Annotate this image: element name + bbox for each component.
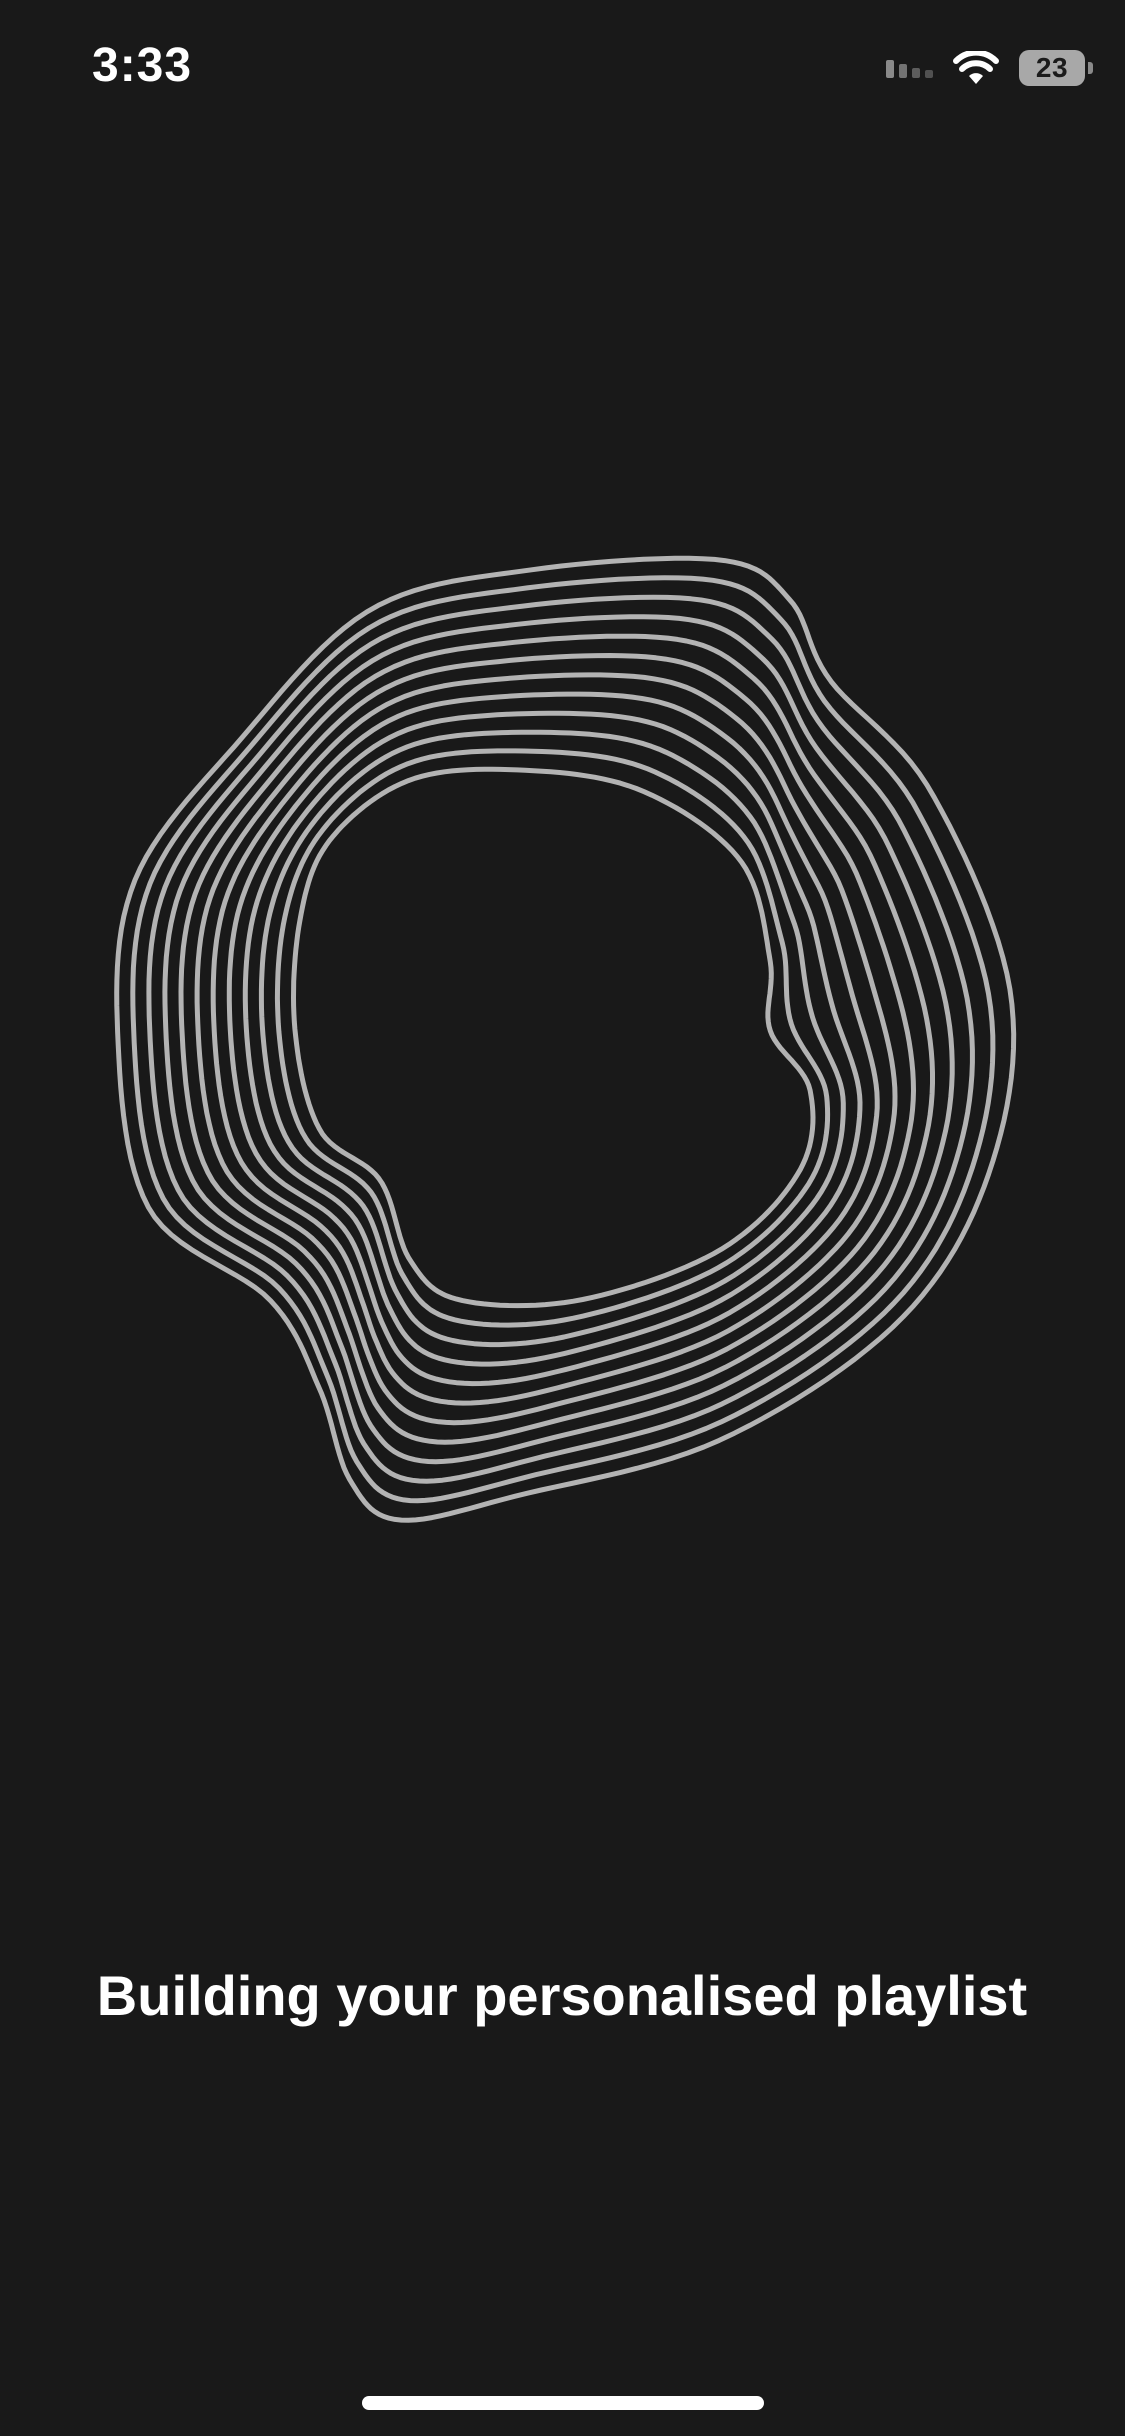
concentric-wave-rings-artwork (114, 555, 1017, 1523)
wave-ring (114, 555, 1017, 1523)
wave-ring (274, 748, 831, 1328)
home-indicator[interactable] (362, 2396, 764, 2410)
loading-message: Building your personalised playlist (96, 1964, 1028, 2027)
wave-ring (258, 729, 846, 1348)
